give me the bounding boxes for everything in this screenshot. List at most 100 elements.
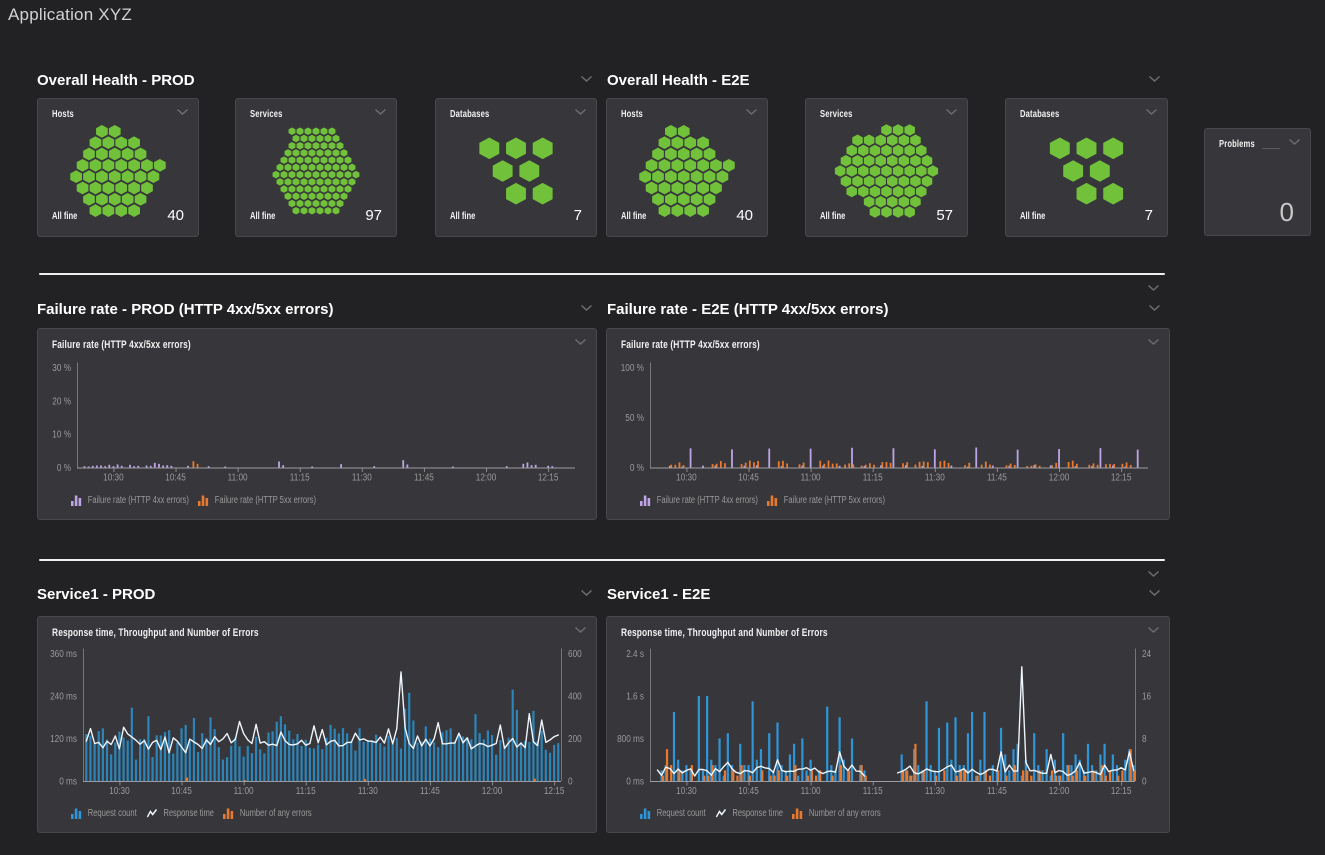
chevron-down-icon[interactable] — [745, 108, 758, 116]
chevron-down-icon[interactable] — [580, 304, 593, 312]
legend-label: Request count — [657, 808, 706, 819]
svg-text:800 ms: 800 ms — [617, 734, 644, 745]
line-series-icon — [146, 808, 157, 819]
legend-item[interactable]: Request count — [640, 808, 706, 819]
svg-text:200: 200 — [568, 734, 582, 745]
legend-item[interactable]: Failure rate (HTTP 5xx errors) — [767, 495, 885, 506]
section-header-service1-e2e: Service1 - E2E — [607, 586, 1170, 606]
svg-text:0 ms: 0 ms — [626, 777, 644, 788]
chevron-down-icon[interactable] — [580, 589, 593, 597]
page-title: Application XYZ — [8, 5, 132, 25]
bar-series-icon — [640, 495, 651, 506]
health-tile[interactable]: ServicesAll fine97 — [235, 98, 397, 237]
bar-series-1 — [84, 460, 554, 467]
svg-text:11:45: 11:45 — [414, 473, 434, 484]
tile-status-label: All fine — [1020, 211, 1045, 222]
svg-text:12:15: 12:15 — [1111, 473, 1132, 484]
health-tile[interactable]: DatabasesAll fine7 — [435, 98, 597, 237]
svg-text:12:00: 12:00 — [1049, 786, 1070, 797]
chevron-down-icon[interactable] — [580, 75, 593, 83]
svg-text:11:15: 11:15 — [296, 786, 316, 797]
section-title: Overall Health - E2E — [607, 72, 750, 89]
legend-label: Request count — [88, 808, 137, 819]
chevron-down-icon[interactable] — [1148, 589, 1161, 597]
svg-text:11:15: 11:15 — [863, 473, 883, 484]
chevron-down-icon[interactable] — [574, 626, 587, 634]
tile-status-label: All fine — [250, 211, 275, 222]
svg-text:11:15: 11:15 — [290, 473, 310, 484]
legend-item[interactable]: Response time — [715, 808, 783, 819]
chevron-down-icon[interactable] — [374, 108, 387, 116]
chevron-down-icon[interactable] — [1147, 284, 1160, 292]
chevron-down-icon[interactable] — [1147, 570, 1160, 578]
chart-plot[interactable]: 0 ms800 ms1.6 s2.4 s08162410:3010:4511:0… — [607, 617, 1169, 832]
bar-series-icon — [640, 808, 651, 819]
legend-item[interactable]: Failure rate (HTTP 4xx errors) — [71, 495, 189, 506]
legend-label: Number of any errors — [809, 808, 881, 819]
svg-text:2.4 s: 2.4 s — [626, 649, 644, 660]
legend-item[interactable]: Failure rate (HTTP 5xx errors) — [198, 495, 316, 506]
svg-text:11:45: 11:45 — [420, 786, 440, 797]
chart-tile[interactable]: 0 ms800 ms1.6 s2.4 s08162410:3010:4511:0… — [606, 616, 1170, 833]
chart-tile[interactable]: 0 ms120 ms240 ms360 ms020040060010:3010:… — [37, 616, 597, 833]
svg-text:12:00: 12:00 — [1049, 473, 1070, 484]
x-axis: 10:3010:4511:0011:1511:3011:4512:0012:15 — [109, 782, 565, 797]
legend-label: Number of any errors — [240, 808, 312, 819]
tile-entity-count: 7 — [574, 207, 582, 224]
chevron-down-icon[interactable] — [574, 338, 587, 346]
chart-tile[interactable]: 0 %50 %100 %10:3010:4511:0011:1511:3011:… — [606, 328, 1170, 520]
chart-legend: Request count Response time Number of any … — [71, 808, 312, 819]
svg-text:11:30: 11:30 — [358, 786, 378, 797]
chevron-down-icon[interactable] — [1145, 108, 1158, 116]
chart-plot[interactable]: 0 %50 %100 %10:3010:4511:0011:1511:3011:… — [607, 329, 1169, 519]
legend-item[interactable]: Response time — [146, 808, 214, 819]
svg-text:12:15: 12:15 — [1111, 786, 1132, 797]
health-tile[interactable]: HostsAll fine40 — [37, 98, 199, 237]
legend-item[interactable]: Request count — [71, 808, 137, 819]
problems-count: 0 — [1280, 197, 1294, 228]
tile-title: Databases — [1020, 109, 1059, 120]
legend-item[interactable]: Number of any errors — [223, 808, 312, 819]
svg-text:0: 0 — [568, 777, 573, 788]
chevron-down-icon[interactable] — [945, 108, 958, 116]
svg-text:8: 8 — [1142, 734, 1147, 745]
chevron-down-icon[interactable] — [176, 108, 189, 116]
section-divider — [39, 273, 1165, 275]
problems-tile[interactable]: Problems 0 — [1204, 128, 1311, 236]
svg-text:120 ms: 120 ms — [50, 734, 77, 745]
chevron-down-icon[interactable] — [1148, 304, 1161, 312]
tile-status-label: All fine — [621, 211, 646, 222]
svg-text:0 %: 0 % — [630, 463, 644, 474]
svg-text:16: 16 — [1142, 692, 1151, 703]
chevron-down-icon[interactable] — [574, 108, 587, 116]
svg-text:11:45: 11:45 — [987, 473, 1007, 484]
chart-plot[interactable]: 0 ms120 ms240 ms360 ms020040060010:3010:… — [38, 617, 596, 832]
health-tile[interactable]: ServicesAll fine57 — [805, 98, 968, 237]
section-title: Failure rate - E2E (HTTP 4xx/5xx errors) — [607, 301, 889, 318]
chevron-down-icon[interactable] — [1288, 138, 1301, 146]
section-header-overall-health-e2e: Overall Health - E2E — [607, 72, 1170, 92]
chart-plot[interactable]: 0 %10 %20 %30 %10:3010:4511:0011:1511:30… — [38, 329, 596, 519]
tile-title: Problems — [1219, 139, 1255, 150]
svg-text:11:00: 11:00 — [234, 786, 254, 797]
health-tile[interactable]: DatabasesAll fine7 — [1005, 98, 1168, 237]
legend-item[interactable]: Number of any errors — [792, 808, 881, 819]
svg-text:10:30: 10:30 — [103, 473, 124, 484]
bar-series-icon — [767, 495, 778, 506]
health-tile[interactable]: HostsAll fine40 — [606, 98, 768, 237]
tile-title: Hosts — [621, 109, 643, 120]
svg-text:24: 24 — [1142, 649, 1151, 660]
legend-item[interactable]: Failure rate (HTTP 4xx errors) — [640, 495, 758, 506]
svg-text:11:00: 11:00 — [801, 786, 821, 797]
divider-collapse — [1147, 565, 1160, 583]
chevron-down-icon[interactable] — [1147, 626, 1160, 634]
dashboard: { "page": { "title": "Application XYZ" }… — [0, 0, 1325, 855]
chart-tile[interactable]: 0 %10 %20 %30 %10:3010:4511:0011:1511:30… — [37, 328, 597, 520]
bar-series-icon — [223, 808, 234, 819]
svg-text:0 %: 0 % — [57, 463, 71, 474]
chevron-down-icon[interactable] — [1147, 338, 1160, 346]
chevron-down-icon[interactable] — [1148, 75, 1161, 83]
svg-text:600: 600 — [568, 649, 582, 660]
svg-text:30 %: 30 % — [52, 363, 71, 374]
y-axis-left: 0 ms120 ms240 ms360 ms — [50, 649, 77, 788]
